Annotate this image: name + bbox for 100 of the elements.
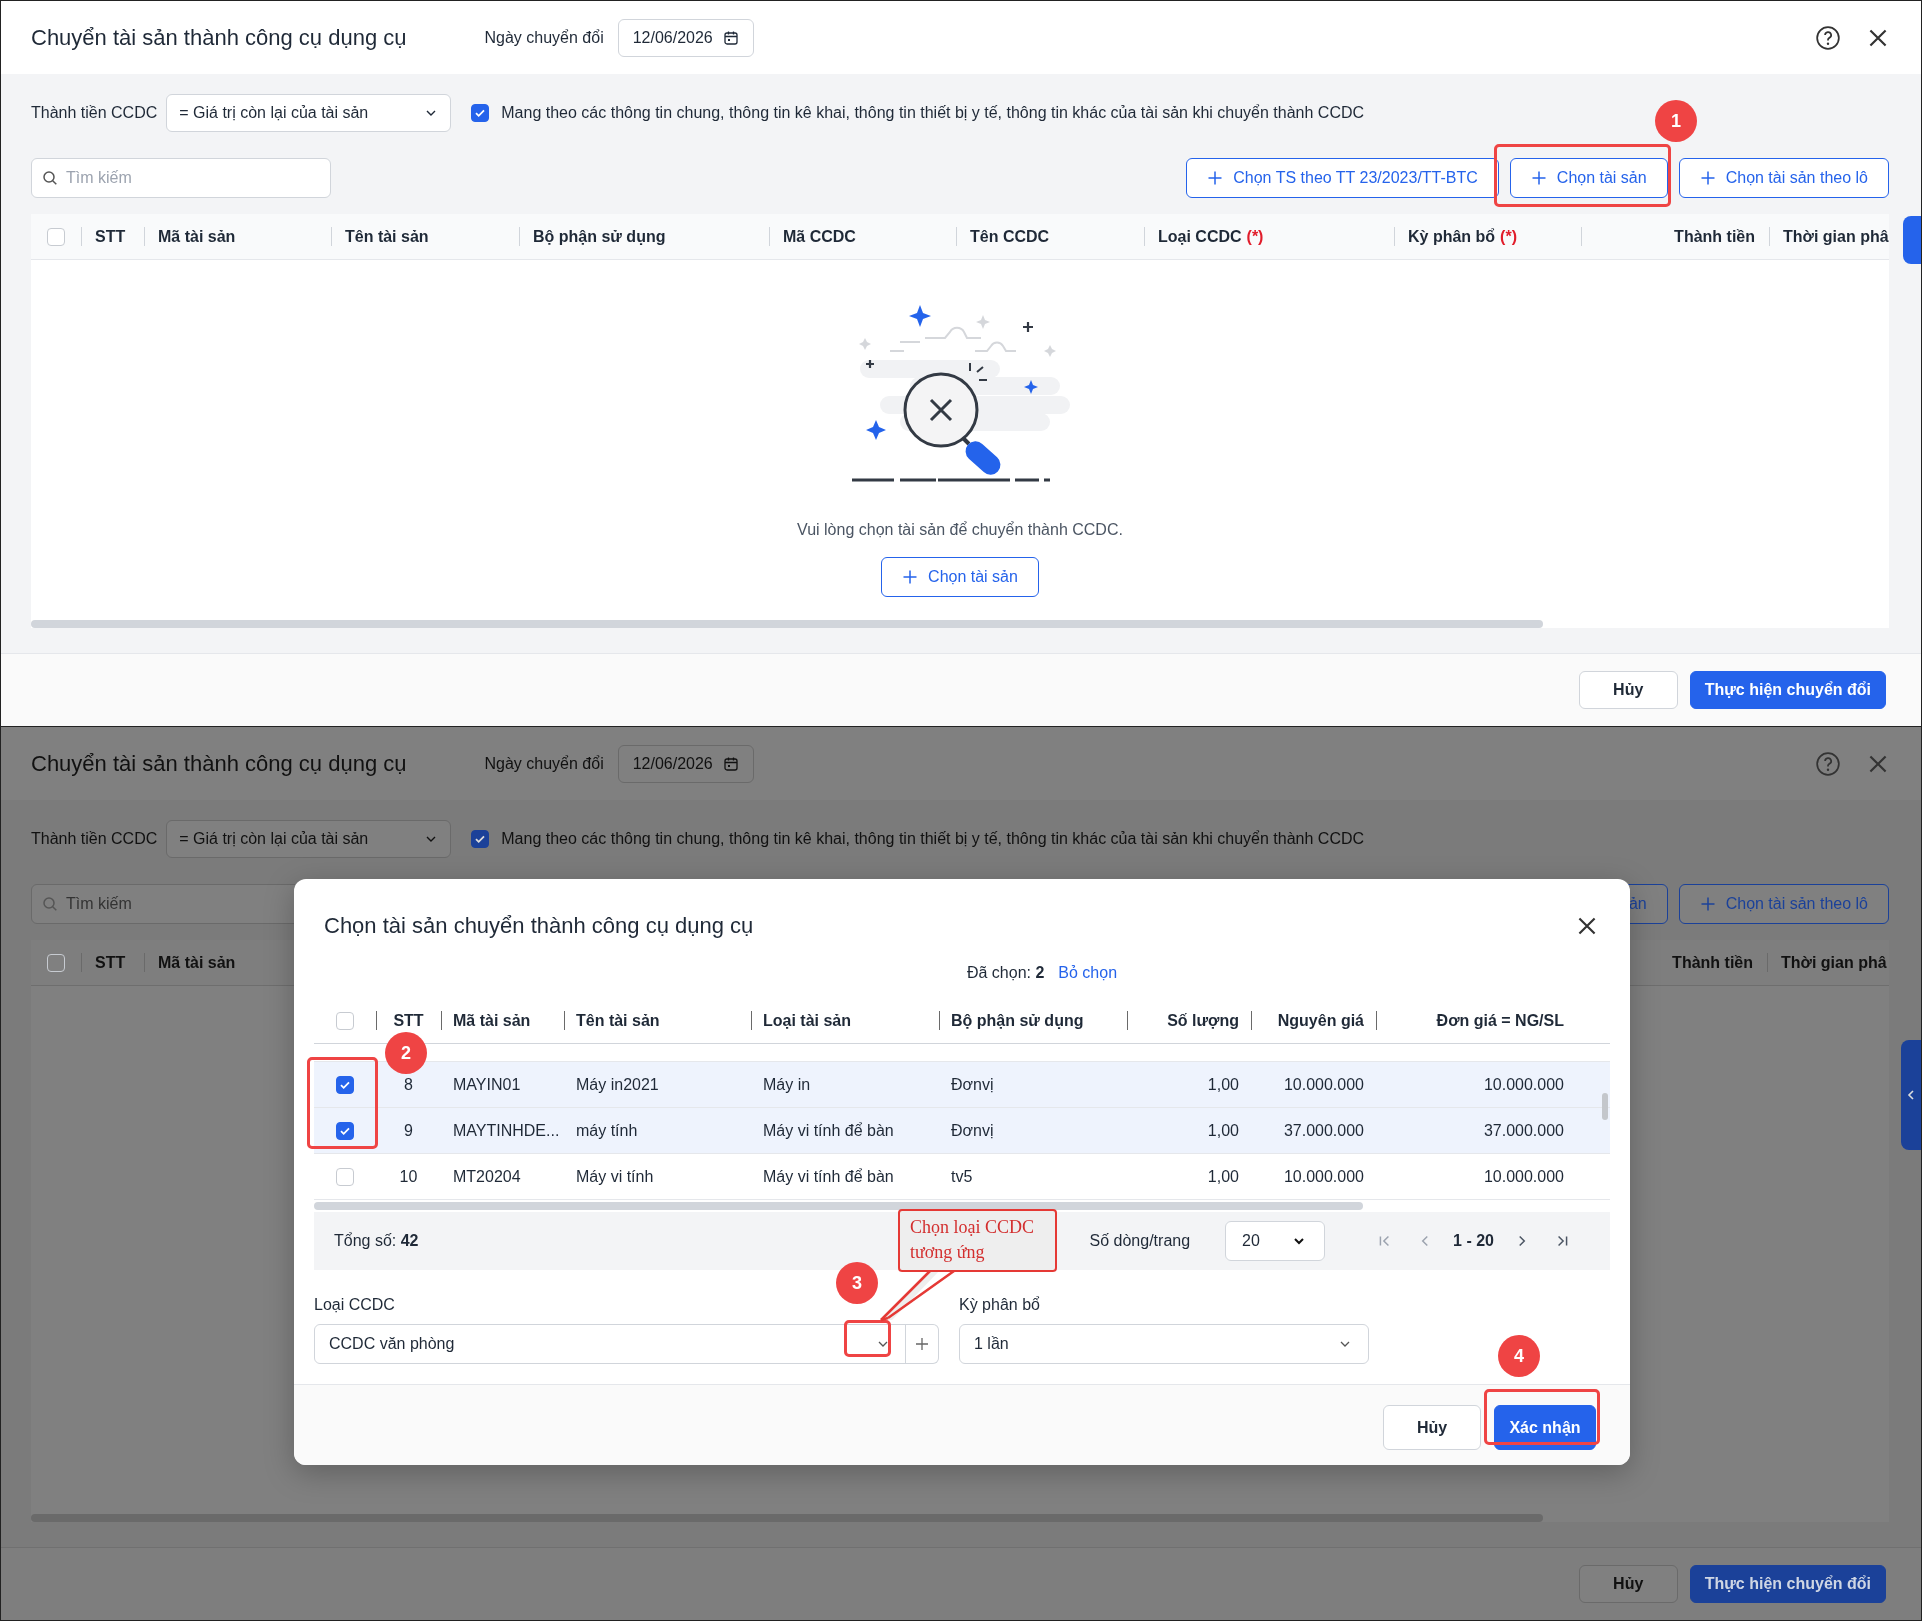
column-header: Tên tài sản [576, 1011, 660, 1030]
table-cell: Máy vi tính [576, 1167, 654, 1186]
column-header: Nguyên giá [1277, 1011, 1364, 1030]
calendar-icon [722, 29, 739, 46]
table-cell: MAYTINHDE... [453, 1121, 560, 1140]
table-cell: 10 [399, 1167, 418, 1186]
column-header: Đơn giá = NG/SL [1436, 1011, 1564, 1030]
add-button[interactable]: Chọn tài sản [881, 557, 1039, 597]
checkbox[interactable] [336, 1075, 354, 1094]
plus-icon [902, 569, 919, 585]
column-header: Tên CCDC [970, 227, 1050, 246]
checkbox-label: Mang theo các thông tin chung, thông tin kê khai, thông tin thiết bị y tế, thông tin khác của tài sản khi chuyển thành CCDC [501, 830, 1365, 848]
amount-label: Thành tiền CCDC [31, 104, 158, 122]
column-header: Mã tài sản [158, 953, 236, 972]
page-size-select[interactable]: 20 [1225, 1221, 1326, 1261]
total-count: Tổng số: 42 [334, 1232, 419, 1250]
table-cell: 9 [404, 1121, 413, 1140]
search-placeholder: Tìm kiếm [66, 895, 132, 913]
column-header: Loại tài sản [763, 1011, 852, 1030]
footer-button[interactable]: Hủy [1578, 671, 1678, 709]
column-header: Loại CCDC (*) [1158, 227, 1264, 246]
search-icon [42, 896, 58, 912]
footer-button[interactable]: Hủy [1578, 1565, 1678, 1603]
page-size-label: Số dòng/trang [1089, 1232, 1191, 1250]
scrollbar[interactable] [31, 620, 1543, 628]
column-header: STT [95, 227, 126, 246]
dialog-button[interactable]: Hủy [1383, 1405, 1481, 1450]
scrollbar[interactable] [314, 1202, 1363, 1210]
help-icon[interactable] [1815, 24, 1841, 51]
side-panel-tab[interactable] [1903, 216, 1921, 264]
table-cell: 10.000.000 [1483, 1167, 1564, 1186]
search-placeholder: Tìm kiếm [66, 169, 132, 187]
scrollbar[interactable] [1602, 1093, 1608, 1120]
add-button[interactable]: Chọn tài sản [1509, 158, 1668, 198]
page-range: 1 - 20 [1453, 1232, 1494, 1250]
table-cell: 8 [404, 1075, 413, 1094]
plus-icon [1530, 170, 1547, 186]
plus-icon [1699, 170, 1716, 186]
column-header: Thành tiền [1672, 953, 1753, 972]
plus-icon [914, 1336, 930, 1352]
footer-button[interactable]: Thực hiện chuyển đổi [1689, 671, 1886, 709]
clear-selection-link[interactable]: Bỏ chọn [1058, 964, 1118, 982]
table-cell: 1,00 [1207, 1121, 1239, 1140]
table-row[interactable]: 9 MAYTINHDE... máy tính Máy vi tính để bàn Đơnvị 1,00 37.000.000 37.000.000 [314, 1108, 1610, 1154]
column-header: Bộ phận sử dụng [951, 1011, 1084, 1030]
table-cell: 1,00 [1207, 1075, 1239, 1094]
table-cell: máy tính [576, 1121, 638, 1140]
checkbox[interactable] [471, 104, 490, 122]
highlight-frame [844, 1320, 891, 1357]
selected-count: Đã chọn: 2 [966, 964, 1045, 982]
side-panel-tab[interactable] [1901, 1040, 1921, 1150]
column-header: Mã tài sản [453, 1011, 531, 1030]
table-cell: Máy vi tính để bàn [763, 1167, 894, 1186]
table-cell: 10.000.000 [1483, 1075, 1564, 1094]
table-cell: Đơnvị [951, 1075, 994, 1094]
add-button[interactable] [906, 1324, 939, 1364]
field-label: Loại CCDC [314, 1295, 396, 1315]
dropdown-field[interactable]: 1 lần [959, 1324, 1369, 1364]
column-header: Số lượng [1167, 1011, 1239, 1030]
plus-icon [1699, 896, 1716, 912]
date-label: Ngày chuyển đổi [484, 754, 604, 773]
add-button[interactable]: Chọn TS theo TT 23/2023/TT-BTC [1186, 158, 1499, 198]
table-cell: 1,00 [1207, 1167, 1239, 1186]
column-header: Thời gian phâ [1783, 227, 1889, 246]
add-button[interactable]: Chọn tài sản theo lô [1678, 158, 1889, 198]
column-header: Mã CCDC [783, 227, 856, 246]
window-title: Chuyển tài sản thành công cụ dụng cụ [31, 750, 407, 777]
column-header: Tên tài sản [345, 227, 429, 246]
calendar-icon [722, 755, 739, 772]
date-field[interactable]: 12/06/2026 [617, 18, 754, 57]
dropdown-field[interactable]: CCDC văn phòng [314, 1324, 907, 1364]
empty-message: Vui lòng chọn tài sản để chuyển thành CCDC. [797, 521, 1123, 539]
table-cell: Máy in [763, 1075, 811, 1094]
checkbox[interactable] [471, 830, 490, 848]
table-cell: MAYIN01 [453, 1075, 521, 1094]
date-field[interactable]: 12/06/2026 [617, 744, 754, 783]
column-header: Bộ phận sử dụng [533, 227, 666, 246]
table-row[interactable]: 8 MAYIN01 Máy in2021 Máy in Đơnvị 1,00 10.000.000 10.000.000 [314, 1062, 1610, 1108]
amount-select[interactable]: = Giá trị còn lại của tài sản [166, 820, 452, 858]
footer-button[interactable]: Thực hiện chuyển đổi [1689, 1565, 1886, 1603]
dialog-button[interactable]: Xác nhận [1494, 1405, 1596, 1450]
amount-select[interactable]: = Giá trị còn lại của tài sản [166, 94, 452, 132]
field-label: Kỳ phân bổ [959, 1295, 1041, 1315]
plus-icon [1207, 170, 1224, 186]
table-cell: 10.000.000 [1283, 1075, 1364, 1094]
column-header: Thời gian phâ [1781, 953, 1887, 972]
table-cell: Đơnvị [951, 1121, 994, 1140]
table-cell: MT20204 [453, 1167, 521, 1186]
amount-label: Thành tiền CCDC [31, 830, 158, 848]
checkbox[interactable] [336, 1121, 354, 1140]
table-cell: 37.000.000 [1483, 1121, 1564, 1140]
checkbox-label: Mang theo các thông tin chung, thông tin kê khai, thông tin thiết bị y tế, thông tin khác của tài sản khi chuyển thành CCDC [501, 104, 1365, 122]
table-row[interactable]: 10 MT20204 Máy vi tính Máy vi tính để bàn tv5 1,00 10.000.000 10.000.000 [314, 1154, 1610, 1200]
window-title: Chuyển tài sản thành công cụ dụng cụ [31, 24, 407, 51]
search-icon [42, 170, 58, 186]
column-header: Mã tài sản [158, 227, 236, 246]
column-header: STT [393, 1011, 424, 1030]
date-label: Ngày chuyển đổi [484, 28, 604, 47]
column-header: Thành tiền [1674, 227, 1755, 246]
table-cell: Máy in2021 [576, 1075, 659, 1094]
